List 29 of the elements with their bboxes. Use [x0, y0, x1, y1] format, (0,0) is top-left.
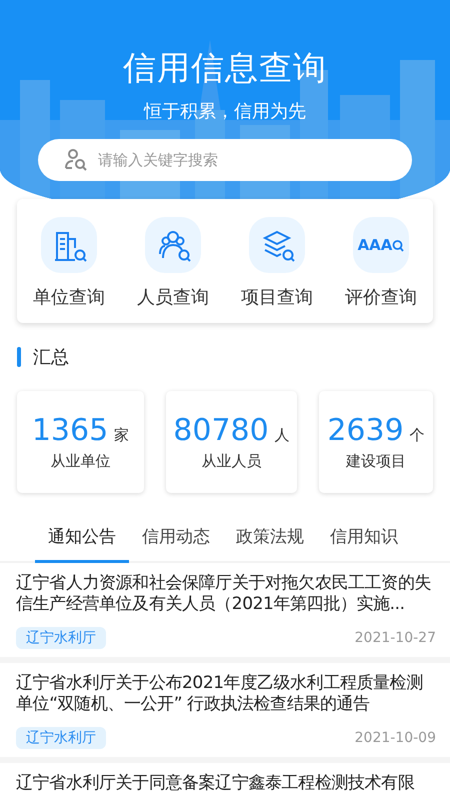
notice-date: 2021-10-09	[354, 730, 436, 746]
quick-link[interactable]: AAA 评价查询	[329, 217, 433, 309]
stat-value: 1365	[32, 414, 108, 448]
stat-label: 从业人员	[202, 452, 262, 470]
source-tag: 辽宁水利厅	[16, 727, 106, 749]
stat-value: 2639	[327, 414, 404, 448]
tab[interactable]: 信用动态	[129, 511, 223, 563]
stat-unit: 人	[274, 426, 290, 444]
notice-title[interactable]: 辽宁省水利厅关于公布2021年度乙级水利工程质量检测单位“双随机、一公开” 行政执法检查结果的通告	[16, 673, 436, 715]
quick-link[interactable]: 人员查询	[121, 217, 225, 309]
section-title: 汇总	[33, 346, 69, 369]
notice-title[interactable]: 辽宁省人力资源和社会保障厅关于对拖欠农民工工资的失信生产经营单位及有关人员（2021年第四批）实施...	[16, 573, 436, 615]
app-title: 信用信息查询	[123, 48, 327, 88]
stat-unit: 家	[114, 426, 130, 444]
stat-unit: 个	[410, 426, 425, 444]
quick-link[interactable]: 单位查询	[17, 217, 121, 309]
section-marker	[17, 347, 21, 367]
stat-label: 从业单位	[50, 452, 110, 470]
source-tag: 辽宁水利厅	[16, 627, 106, 649]
notice-date: 2021-10-27	[354, 630, 436, 646]
tab[interactable]: 政策法规	[223, 511, 317, 563]
search-field[interactable]: 请输入关键字搜索	[38, 139, 412, 181]
tab[interactable]: 通知公告	[35, 511, 129, 563]
notice-title[interactable]: 辽宁省水利厅关于同意备案辽宁鑫泰工程检测技术有限	[16, 773, 436, 794]
stat-label: 建设项目	[346, 452, 406, 470]
tab[interactable]: 信用知识	[317, 511, 411, 563]
stat-value: 80780	[173, 414, 269, 448]
slogan: 恒于积累，信用为先	[144, 100, 306, 124]
quick-link[interactable]: 项目查询	[225, 217, 329, 309]
